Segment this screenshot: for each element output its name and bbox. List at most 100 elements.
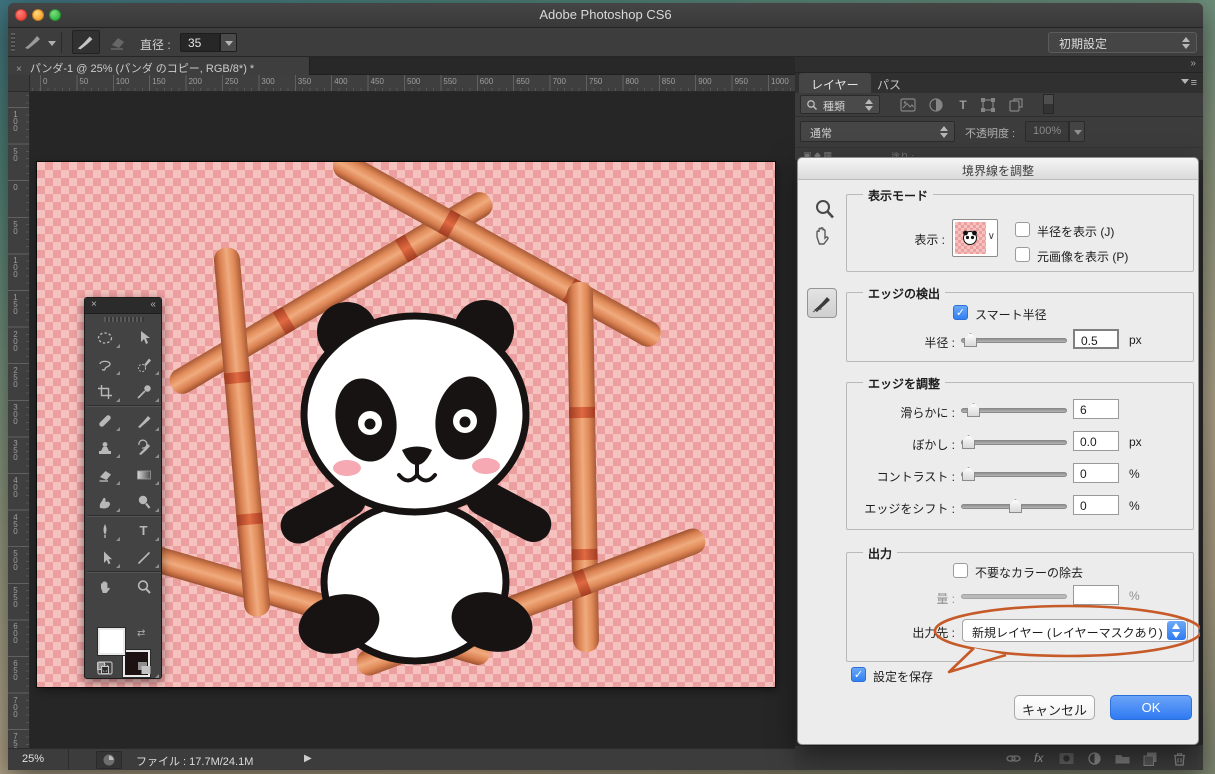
collapse-panels-icon[interactable]: ››: [1190, 58, 1195, 69]
ruler-label: 500: [407, 77, 420, 86]
swap-colors-icon[interactable]: ⇄: [137, 628, 145, 639]
remember-settings-checkbox[interactable]: ✓: [851, 667, 866, 682]
view-mode-group-label: 表示モード: [863, 187, 933, 204]
horizontal-ruler[interactable]: 0501001502002503003504004505005506006507…: [30, 75, 795, 92]
blend-mode-select[interactable]: 通常: [800, 121, 955, 142]
tool-crop[interactable]: [85, 378, 124, 405]
status-expand-icon[interactable]: ▶: [304, 753, 312, 764]
show-original-checkbox[interactable]: [1015, 247, 1030, 262]
brush-preset-icon[interactable]: [22, 32, 44, 52]
add-layer-mask-icon[interactable]: [1058, 750, 1075, 767]
amount-slider: [961, 594, 1067, 599]
refine-brush-mode-button[interactable]: [72, 30, 100, 54]
delete-layer-icon[interactable]: [1171, 750, 1188, 767]
tab-close-icon[interactable]: ×: [16, 64, 22, 75]
tab-paths[interactable]: パス: [865, 73, 913, 93]
contrast-input[interactable]: 0: [1073, 463, 1119, 483]
tool-type[interactable]: T: [124, 517, 163, 544]
filter-type-layers-icon[interactable]: T: [954, 96, 972, 114]
smart-radius-checkbox[interactable]: ✓: [953, 305, 968, 320]
dialog-zoom-tool-icon[interactable]: [813, 198, 837, 222]
diameter-dropdown-button[interactable]: [220, 33, 237, 52]
tool-move[interactable]: [124, 324, 163, 351]
panel-menu-icon[interactable]: ≡: [1181, 77, 1197, 89]
filter-kind-label: 種類: [823, 101, 845, 113]
palette-collapse-icon[interactable]: ‹‹: [150, 299, 155, 310]
erase-refinement-icon[interactable]: [106, 32, 128, 52]
feather-input[interactable]: 0.0: [1073, 431, 1119, 451]
tool-path-select[interactable]: [85, 544, 124, 571]
filter-smart-objects-icon[interactable]: [1007, 96, 1025, 114]
ok-button[interactable]: OK: [1110, 695, 1192, 720]
layer-style-icon[interactable]: fx: [1034, 751, 1043, 765]
tool-spot-healing[interactable]: [85, 407, 124, 434]
vertical-ruler[interactable]: 1005005010015020025030035040045050055060…: [8, 92, 30, 748]
link-layers-icon[interactable]: [1005, 750, 1022, 767]
ruler-label: 750: [589, 77, 602, 86]
tool-palette-header[interactable]: × ‹‹: [85, 298, 161, 314]
feather-slider-thumb[interactable]: [962, 435, 975, 449]
feather-slider[interactable]: [961, 440, 1067, 445]
contrast-slider[interactable]: [961, 472, 1067, 477]
new-layer-icon[interactable]: [1142, 750, 1159, 767]
output-to-select[interactable]: 新規レイヤー (レイヤーマスクあり): [962, 619, 1188, 642]
shift-edge-slider-thumb[interactable]: [1009, 499, 1022, 513]
tool-gradient[interactable]: [124, 461, 163, 488]
view-mode-thumbnail[interactable]: ∨: [952, 219, 998, 257]
new-adjustment-layer-icon[interactable]: [1086, 750, 1103, 767]
opacity-dropdown-icon[interactable]: [1069, 121, 1085, 142]
tool-line[interactable]: [124, 544, 163, 571]
smooth-slider-thumb[interactable]: [967, 403, 980, 417]
filter-pixel-layers-icon[interactable]: [899, 96, 917, 114]
foreground-color-swatch[interactable]: [98, 628, 125, 655]
adjust-edge-group: エッジを調整 滑らかに : 6 ぼかし : 0.0 px コントラスト : 0 …: [846, 382, 1194, 530]
decontaminate-checkbox[interactable]: [953, 563, 968, 578]
screen-mode-button[interactable]: [124, 654, 163, 681]
tool-hand[interactable]: [85, 573, 124, 600]
tool-marquee[interactable]: [85, 324, 124, 351]
document-tab[interactable]: ×パンダ-1 @ 25% (パンダ のコピー, RGB/8*) *: [8, 57, 310, 75]
show-radius-checkbox[interactable]: [1015, 222, 1030, 237]
dialog-title[interactable]: 境界線を調整: [798, 158, 1198, 180]
tool-dodge[interactable]: [124, 488, 163, 515]
refine-radius-brush-button[interactable]: [807, 288, 837, 318]
cancel-button[interactable]: キャンセル: [1014, 695, 1095, 720]
palette-grip[interactable]: [104, 317, 144, 322]
preset-select[interactable]: 初期設定: [1048, 32, 1197, 53]
tool-eraser[interactable]: [85, 461, 124, 488]
tool-smudge[interactable]: [85, 488, 124, 515]
filter-toggle-swatch[interactable]: [1043, 94, 1054, 114]
diameter-input[interactable]: 35: [180, 33, 220, 52]
tool-lasso[interactable]: [85, 351, 124, 378]
tool-eyedropper[interactable]: [124, 378, 163, 405]
tool-history-brush[interactable]: [124, 434, 163, 461]
radius-input[interactable]: 0.5: [1073, 329, 1119, 349]
options-bar-grip[interactable]: [11, 33, 15, 52]
radius-slider-thumb[interactable]: [964, 333, 977, 347]
shift-edge-input[interactable]: 0: [1073, 495, 1119, 515]
opacity-value[interactable]: 100%: [1025, 121, 1069, 142]
amount-input[interactable]: [1073, 585, 1119, 605]
quick-mask-button[interactable]: [85, 654, 124, 681]
filter-adjustment-layers-icon[interactable]: [927, 96, 945, 114]
tool-clone-stamp[interactable]: [85, 434, 124, 461]
contrast-slider-thumb[interactable]: [962, 467, 975, 481]
tab-layers[interactable]: レイヤー: [799, 73, 871, 93]
dialog-hand-tool-icon[interactable]: [811, 224, 835, 248]
tool-zoom[interactable]: [124, 573, 163, 600]
zoom-level[interactable]: 25%: [22, 753, 44, 765]
brush-preset-dropdown-arrow[interactable]: [48, 41, 56, 46]
tool-quick-selection[interactable]: [124, 351, 163, 378]
smooth-input[interactable]: 6: [1073, 399, 1119, 419]
tool-brush[interactable]: [124, 407, 163, 434]
palette-close-icon[interactable]: ×: [91, 299, 97, 310]
filter-shape-layers-icon[interactable]: [979, 96, 997, 114]
canvas-viewport[interactable]: × ‹‹: [30, 92, 795, 748]
tool-pen[interactable]: [85, 517, 124, 544]
radius-slider[interactable]: [961, 338, 1067, 343]
file-size-info[interactable]: ファイル : 17.7M/24.1M: [136, 753, 253, 769]
shift-edge-slider[interactable]: [961, 504, 1067, 509]
smooth-slider[interactable]: [961, 408, 1067, 413]
filter-kind-select[interactable]: 種類: [800, 95, 880, 114]
new-group-icon[interactable]: [1114, 750, 1131, 767]
